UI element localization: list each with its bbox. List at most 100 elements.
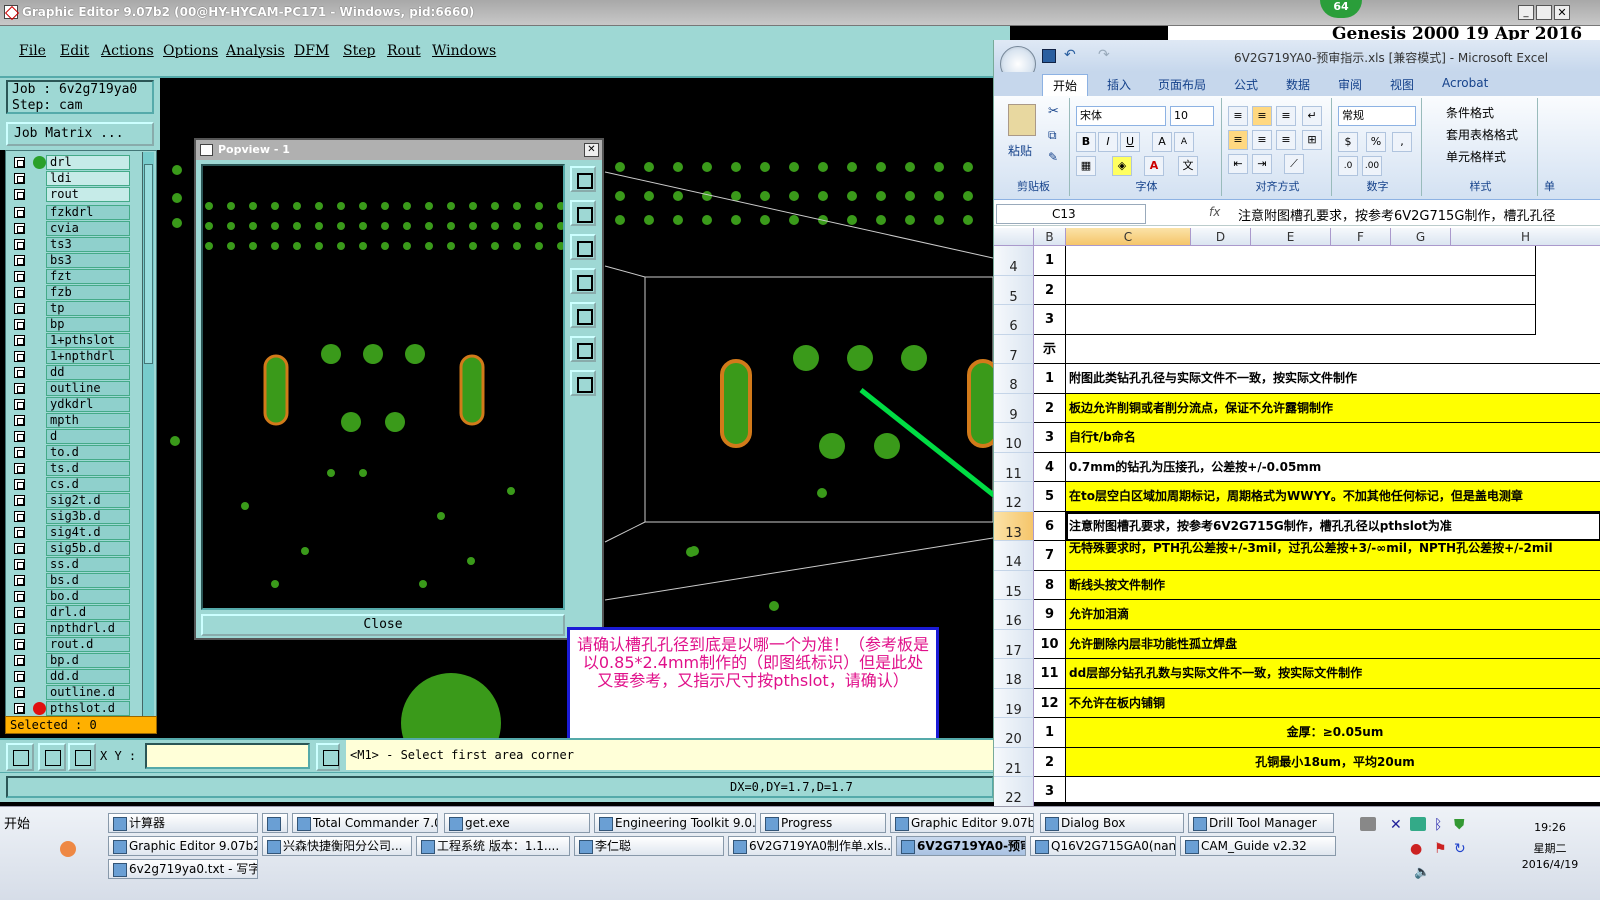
menu-windows[interactable]: Windows — [432, 43, 496, 59]
font-size-select[interactable]: 10 — [1170, 106, 1214, 126]
layer-name[interactable]: fzkdrl — [46, 205, 130, 220]
layer-checkbox[interactable] — [14, 255, 25, 266]
layer-row-1-pthslot[interactable]: 1+pthslot — [10, 333, 150, 348]
layer-checkbox[interactable] — [14, 543, 25, 554]
cell-b[interactable]: 4 — [1034, 452, 1066, 482]
layer-row-cs-d[interactable]: cs.d — [10, 477, 150, 492]
volume-icon[interactable]: 🔈 — [1414, 865, 1430, 880]
layer-checkbox[interactable] — [14, 189, 25, 200]
conditional-format-button[interactable]: 条件格式 — [1446, 104, 1494, 121]
warning-icon[interactable] — [316, 743, 340, 771]
network-icon[interactable] — [1410, 817, 1426, 831]
taskbar-button[interactable]: 6V2G719YA0制作单.xls... — [728, 836, 892, 856]
increase-decimal-icon[interactable]: .0 — [1338, 156, 1358, 176]
col-header[interactable]: G — [1391, 228, 1451, 246]
menu-rout[interactable]: Rout — [387, 43, 421, 59]
pan-down-icon[interactable] — [570, 234, 596, 260]
cell-b[interactable]: 2 — [1034, 747, 1066, 777]
layer-checkbox[interactable] — [14, 575, 25, 586]
layer-checkbox[interactable] — [14, 687, 25, 698]
cell-b[interactable]: 3 — [1034, 777, 1066, 807]
layer-checkbox[interactable] — [14, 479, 25, 490]
align-center-icon[interactable]: ≡ — [1252, 130, 1272, 150]
layer-checkbox[interactable] — [14, 207, 25, 218]
layer-name[interactable]: 1+pthslot — [46, 333, 130, 348]
start-button[interactable]: 开始 — [4, 813, 30, 832]
cell-c[interactable]: 0.7mm的钻孔为压接孔，公差按+/-0.05mm — [1066, 453, 1600, 482]
printer-icon[interactable] — [1360, 817, 1376, 831]
cell-b[interactable]: 1 — [1034, 718, 1066, 748]
row-header[interactable]: 6 — [994, 305, 1034, 335]
layer-checkbox[interactable] — [14, 287, 25, 298]
italic-icon[interactable]: I — [1098, 132, 1118, 152]
layer-checkbox[interactable] — [14, 527, 25, 538]
zoom-fit-icon[interactable] — [570, 166, 596, 192]
layer-row-drl-d[interactable]: drl.d — [10, 605, 150, 620]
layer-row-rout-d[interactable]: rout.d — [10, 637, 150, 652]
row-header[interactable]: 20 — [994, 718, 1034, 748]
cell-c[interactable] — [1066, 305, 1536, 335]
indent-increase-icon[interactable]: ⇥ — [1252, 154, 1272, 174]
worksheet-grid[interactable]: B C D E F G H 4 1 5 2 6 3 7 示 8 1 附图此类钻孔孔径与实际文件不一致… — [994, 228, 1600, 807]
layer-row-outline[interactable]: outline — [10, 381, 150, 396]
phonetic-icon[interactable]: 文 — [1178, 156, 1198, 176]
menu-dfm[interactable]: DFM — [294, 43, 329, 59]
layer-row-d[interactable]: d — [10, 429, 150, 444]
wrap-text-icon[interactable]: ↵ — [1302, 106, 1322, 126]
tab-data[interactable]: 数据 — [1286, 76, 1310, 93]
cell-c[interactable]: dd层部分钻孔孔数与实际文件不一致，按实际文件制作 — [1066, 659, 1600, 689]
taskbar-button[interactable]: Graphic Editor 9.07b2 (... — [890, 813, 1034, 833]
cell-c[interactable]: 允许加泪滴 — [1066, 600, 1600, 630]
scrollbar-thumb[interactable] — [144, 164, 153, 364]
cell-b[interactable]: 10 — [1034, 629, 1066, 659]
layer-row-mpth[interactable]: mpth — [10, 413, 150, 428]
menu-step[interactable]: Step — [343, 43, 375, 59]
layer-name[interactable]: d — [46, 429, 130, 444]
layer-checkbox[interactable] — [14, 351, 25, 362]
layer-row-ldi[interactable]: ldi — [10, 171, 150, 186]
font-name-select[interactable]: 宋体 — [1076, 106, 1166, 126]
format-painter-icon[interactable]: ✎ — [1048, 150, 1058, 164]
layer-checkbox[interactable] — [14, 671, 25, 682]
layer-name[interactable]: 1+npthdrl — [46, 349, 130, 364]
cell-b[interactable]: 12 — [1034, 688, 1066, 718]
update-icon[interactable]: ↻ — [1454, 841, 1466, 857]
popview-close-icon[interactable]: ✕ — [584, 143, 599, 157]
taskbar-button[interactable]: Dialog Box — [1040, 813, 1184, 833]
layer-row-outline-d[interactable]: outline.d — [10, 685, 150, 700]
layer-name[interactable]: pthslot.d — [46, 701, 130, 716]
cell-c[interactable]: 不允许在板内铺铜 — [1066, 688, 1600, 718]
layer-row-pthslot-d[interactable]: pthslot.d — [10, 701, 150, 716]
comma-icon[interactable]: , — [1392, 132, 1412, 152]
layer-checkbox[interactable] — [14, 447, 25, 458]
taskbar-button[interactable]: CAM_Guide v2.32 — [1180, 836, 1336, 856]
tab-insert[interactable]: 插入 — [1107, 76, 1131, 93]
layer-row-sig4t-d[interactable]: sig4t.d — [10, 525, 150, 540]
layer-name[interactable]: outline.d — [46, 685, 130, 700]
underline-icon[interactable]: U — [1120, 132, 1140, 152]
cell-c[interactable]: 无特殊要求时，PTH孔公差按+/-3mil，过孔公差按+3/-∞mil，NPTH… — [1066, 541, 1600, 571]
layer-row-dd[interactable]: dd — [10, 365, 150, 380]
layer-checkbox[interactable] — [14, 303, 25, 314]
layer-name[interactable]: dd — [46, 365, 130, 380]
col-header[interactable]: B — [1034, 228, 1066, 246]
shuffle-icon[interactable]: ✕ — [1390, 817, 1402, 833]
layer-checkbox[interactable] — [14, 511, 25, 522]
layer-row-fzb[interactable]: fzb — [10, 285, 150, 300]
taskbar-button[interactable]: Progress — [760, 813, 886, 833]
tab-home[interactable]: 开始 — [1042, 74, 1089, 96]
tab-formulas[interactable]: 公式 — [1234, 76, 1258, 93]
border-icon[interactable]: ▦ — [1076, 156, 1096, 176]
cell-b[interactable]: 1 — [1034, 246, 1066, 276]
taskbar-button[interactable]: 工程系统 版本：1.1.... — [416, 836, 570, 856]
row-header[interactable]: 15 — [994, 570, 1034, 600]
taskbar-button[interactable]: 计算器 — [108, 813, 258, 833]
layer-row-sig3b-d[interactable]: sig3b.d — [10, 509, 150, 524]
layer-row-drl[interactable]: drl — [10, 155, 150, 170]
cell-b[interactable]: 2 — [1034, 275, 1066, 305]
cell-b[interactable]: 6 — [1034, 511, 1066, 541]
layer-checkbox[interactable] — [14, 559, 25, 570]
taskbar-button[interactable]: 兴森快捷衡阳分公司... — [262, 836, 412, 856]
layer-name[interactable]: sig5b.d — [46, 541, 130, 556]
zoom-in-icon[interactable] — [570, 336, 596, 362]
